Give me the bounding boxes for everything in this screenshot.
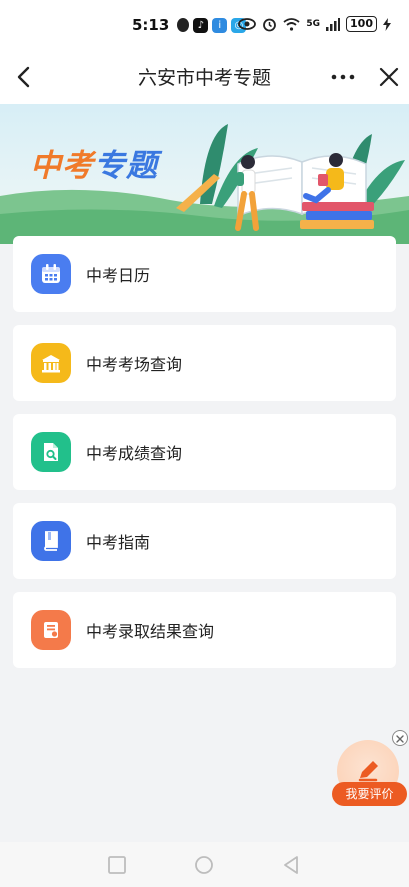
qq-icon (177, 18, 190, 32)
banner-title-part1: 中考 (30, 148, 94, 184)
menu-item-label: 中考成绩查询 (86, 444, 183, 463)
book-icon (44, 531, 58, 551)
alarm-icon (263, 18, 277, 31)
menu-item-exam-guide[interactable]: 中考指南 (13, 503, 396, 579)
menu-item-admission-result-query[interactable]: 中考录取结果查询 (13, 592, 396, 668)
tiktok-icon: ♪ (193, 17, 209, 33)
banner: 中考专题 (0, 104, 409, 244)
review-floating-widget: 我要评价 (332, 730, 409, 808)
building-icon (42, 355, 60, 373)
calendar-icon-bg (31, 254, 71, 294)
book-icon-bg (31, 521, 71, 561)
status-right: 5G 100 (238, 16, 391, 32)
menu-item-label: 中考日历 (86, 266, 151, 285)
menu-item-label: 中考指南 (86, 533, 151, 552)
building-icon-bg (31, 343, 71, 383)
document-search-icon (44, 443, 58, 461)
battery-level: 100 (346, 16, 377, 32)
document-search-icon-bg (31, 432, 71, 472)
review-close-button[interactable] (392, 730, 408, 746)
review-button[interactable]: 我要评价 (332, 782, 407, 806)
info-app-icon: i (212, 17, 228, 33)
certificate-icon (44, 622, 58, 638)
navigation-bar: 六安市中考专题 (0, 50, 409, 104)
menu-item-exam-calendar[interactable]: 中考日历 (13, 236, 396, 312)
wifi-icon (283, 17, 300, 31)
status-bar: 5:13 ♪ i ◎ 5G 100 (0, 0, 409, 50)
close-icon[interactable] (374, 62, 404, 92)
network-label: 5G (306, 19, 321, 29)
menu-item-label: 中考录取结果查询 (86, 622, 215, 641)
banner-title: 中考专题 (30, 140, 158, 185)
certificate-icon-bg (31, 610, 71, 650)
recent-apps-icon[interactable] (106, 854, 128, 876)
back-triangle-icon[interactable] (280, 854, 302, 876)
system-navigation-bar (0, 842, 409, 887)
more-icon[interactable] (328, 62, 358, 92)
close-icon (396, 735, 404, 743)
home-icon[interactable] (193, 854, 215, 876)
status-time: 5:13 (132, 16, 170, 34)
banner-title-part2: 专题 (94, 148, 158, 184)
menu-item-exam-score-query[interactable]: 中考成绩查询 (13, 414, 396, 490)
eye-icon (238, 18, 257, 30)
signal-icon (326, 17, 341, 31)
status-left: 5:13 ♪ i ◎ (132, 16, 247, 34)
calendar-icon (42, 264, 60, 283)
menu-item-exam-venue-query[interactable]: 中考考场查询 (13, 325, 396, 401)
menu-item-label: 中考考场查询 (86, 355, 183, 374)
charging-icon (383, 17, 391, 31)
